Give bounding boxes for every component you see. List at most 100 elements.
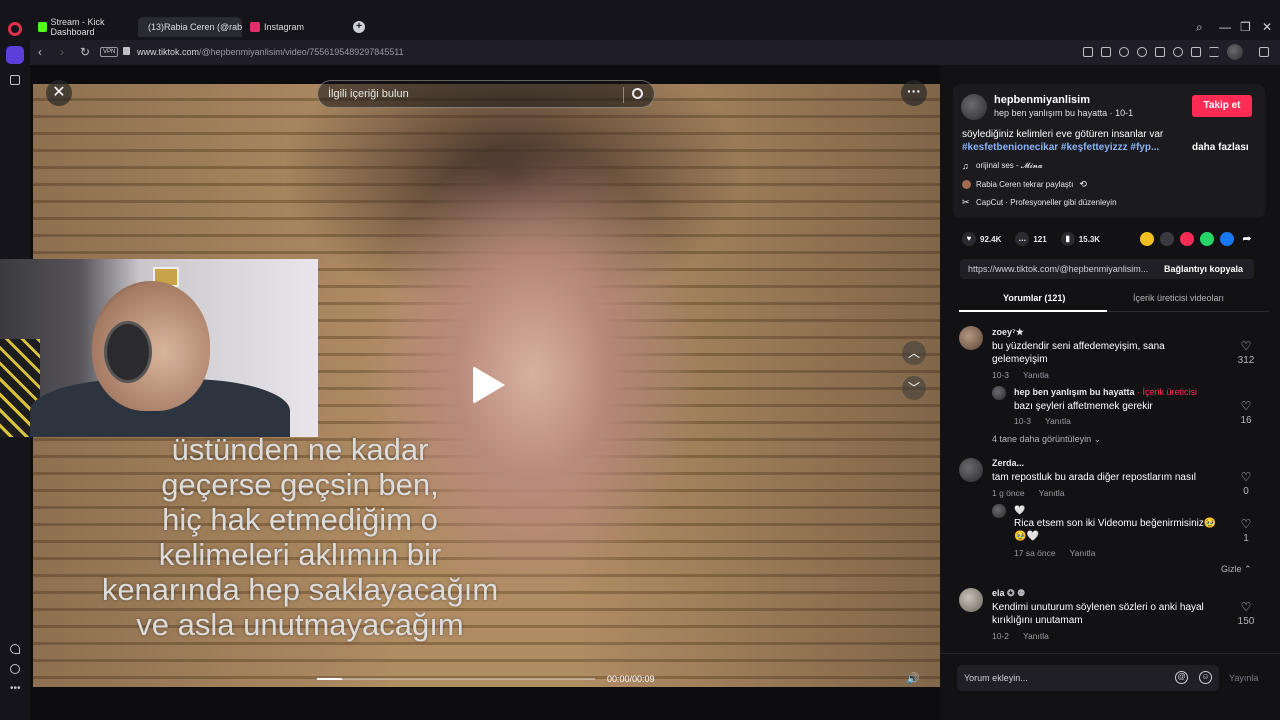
comment-icon[interactable]: … [1015, 232, 1030, 246]
more-icon[interactable]: ••• [10, 684, 21, 694]
related-search-input[interactable]: İlgili içeriği bulun [317, 80, 655, 108]
video-caption: üstünden ne kadar geçerse geçsin ben, hi… [40, 432, 560, 642]
previous-video-button[interactable]: ︿ [902, 341, 926, 365]
emoji-icon[interactable]: ☺ [1199, 671, 1212, 684]
comment-like-count: 1 [1243, 533, 1249, 544]
reply-button[interactable]: Yanıtla [1045, 416, 1071, 426]
camera-icon[interactable] [1101, 47, 1111, 57]
reply-button[interactable]: Yanıtla [1070, 548, 1096, 558]
lock-icon[interactable] [123, 47, 130, 55]
headset [104, 321, 152, 383]
opera-logo-icon[interactable] [8, 22, 22, 36]
embed-icon[interactable] [1160, 232, 1174, 246]
shield-icon[interactable] [1119, 47, 1129, 57]
comment-user[interactable]: Zerda... [992, 458, 1024, 468]
caption-line: kelimeleri aklımın bir [158, 537, 442, 572]
caption-line: kenarında hep saklayacağım [101, 572, 499, 607]
video-link[interactable]: https://www.tiktok.com/@hepbenmiyanlisim… [968, 264, 1148, 274]
profile-avatar[interactable] [1227, 44, 1243, 60]
hide-replies[interactable]: Gizle ⌃ [1221, 564, 1252, 575]
tab-creator-videos[interactable]: İçerik üreticisi videoları [1133, 293, 1224, 303]
close-video-button[interactable]: ✕ [46, 80, 72, 106]
extensions-icon[interactable] [1259, 47, 1269, 57]
bookmark-icon[interactable]: ▮ [1060, 232, 1075, 246]
author-name[interactable]: hepbenmiyanlisim [994, 94, 1090, 106]
volume-icon[interactable]: 🔊 [906, 672, 920, 685]
like-icon[interactable]: ♥ [962, 232, 976, 246]
sound-row[interactable]: ♫ orijinal ses - 𝓜𝓲𝓷𝓪 [962, 161, 1043, 171]
author-avatar[interactable] [961, 94, 987, 120]
maximize-button[interactable]: ❐ [1240, 20, 1251, 34]
reply-button[interactable]: Yanıtla [1023, 370, 1049, 380]
minimize-button[interactable]: — [1219, 20, 1231, 34]
whatsapp-icon[interactable] [1200, 232, 1214, 246]
webcam-overlay [0, 259, 318, 437]
comment-date: 10-3 [1014, 416, 1032, 426]
commenter-avatar[interactable] [992, 386, 1006, 400]
commenter-avatar[interactable] [992, 504, 1006, 518]
back-button[interactable]: ‹ [38, 45, 42, 59]
url-field[interactable]: www.tiktok.com/@hepbenmiyanlisim/video/7… [137, 47, 404, 57]
reply-button[interactable]: Yanıtla [1039, 488, 1065, 498]
capcut-row[interactable]: ✂ CapCut · Profesyoneller gibi düzenleyi… [962, 198, 1117, 208]
video-progress-bar[interactable] [317, 678, 595, 680]
history-icon[interactable] [10, 664, 20, 674]
facebook-icon[interactable] [1220, 232, 1234, 246]
new-tab-button[interactable]: + [353, 21, 365, 33]
star-icon[interactable] [10, 75, 20, 85]
follow-button[interactable]: Takip et [1192, 95, 1252, 117]
send-icon[interactable] [1180, 232, 1194, 246]
comment-like-icon[interactable]: ♡ [1240, 400, 1252, 412]
vpn-badge[interactable]: VPN [100, 47, 119, 57]
heart-icon[interactable] [1173, 47, 1183, 57]
translate-icon[interactable] [1137, 47, 1147, 57]
tab-kick-dashboard[interactable]: Stream - Kick Dashboard [32, 17, 136, 37]
search-icon[interactable] [632, 88, 643, 99]
reload-button[interactable]: ↻ [80, 45, 90, 59]
more-link[interactable]: daha fazlası [1192, 142, 1249, 153]
home-icon[interactable] [6, 46, 24, 64]
next-video-button[interactable]: ﹀ [902, 376, 926, 400]
commenter-avatar[interactable] [959, 588, 983, 612]
close-window-button[interactable]: ✕ [1262, 20, 1272, 34]
tab-comments[interactable]: Yorumlar (121) [1003, 293, 1065, 303]
creator-badge: · İçerik üreticisi [1134, 387, 1198, 397]
comment-like-icon[interactable]: ♡ [1240, 601, 1252, 613]
comment-like-icon[interactable]: ♡ [1240, 471, 1252, 483]
reply-button[interactable]: Yanıtla [1023, 631, 1049, 641]
menu-icon[interactable] [1209, 47, 1219, 57]
comment-user[interactable]: zoey⁷★ [992, 327, 1024, 338]
comment-user[interactable]: hep ben yanlışım bu hayatta · İçerik üre… [1014, 387, 1197, 397]
edit-icon[interactable] [1083, 47, 1093, 57]
repost-row[interactable]: Rabia Ceren tekrar paylaştı ⟲ [962, 180, 1093, 189]
comment-meta: 10-3 Yanıtla [992, 370, 1049, 380]
commenter-avatar[interactable] [959, 326, 983, 350]
badge-icon: ✪ ⚉ [1007, 588, 1026, 598]
share-arrow-icon[interactable]: ➦ [1240, 232, 1254, 246]
video-description: söylediğiniz kelimleri eve götüren insan… [962, 129, 1164, 140]
play-icon[interactable] [473, 366, 505, 404]
tab-instagram[interactable]: Instagram [244, 17, 348, 37]
mention-icon[interactable]: @ [1175, 671, 1188, 684]
commenter-avatar[interactable] [959, 458, 983, 482]
copy-link-button[interactable]: Bağlantıyı kopyala [1164, 264, 1243, 274]
comment-user[interactable]: ela ✪ ⚉ [992, 588, 1025, 599]
comment-input[interactable]: Yorum ekleyin... @ ☺ [957, 665, 1219, 691]
forward-button[interactable]: › [60, 45, 64, 59]
tab-tiktok[interactable]: (13)Rabia Ceren (@rabia [138, 17, 242, 37]
view-more-replies[interactable]: 4 tane daha görüntüleyin ⌄ [992, 434, 1101, 445]
save-count: 15.3K [1078, 234, 1101, 244]
cast-icon[interactable] [1155, 47, 1165, 57]
coin-icon[interactable] [1140, 232, 1154, 246]
comment-user[interactable]: 🤍 [1014, 505, 1025, 516]
comment-like-icon[interactable]: ♡ [1240, 340, 1252, 352]
post-button[interactable]: Yayınla [1229, 673, 1258, 683]
search-tabs-icon[interactable]: ⌕ [1196, 20, 1203, 35]
hashtags[interactable]: #kesfetbenionecikar #keşfetteyizzz #fyp.… [962, 142, 1159, 153]
comment-like-icon[interactable]: ♡ [1240, 518, 1252, 530]
comment-date: 17 sa önce [1014, 548, 1056, 558]
download-icon[interactable] [1191, 47, 1201, 57]
address-bar: ‹ › ↻ VPN www.tiktok.com/@hepbenmiyanlis… [30, 40, 1280, 65]
more-options-button[interactable]: ··· [901, 80, 927, 106]
heart-icon[interactable] [10, 644, 20, 654]
